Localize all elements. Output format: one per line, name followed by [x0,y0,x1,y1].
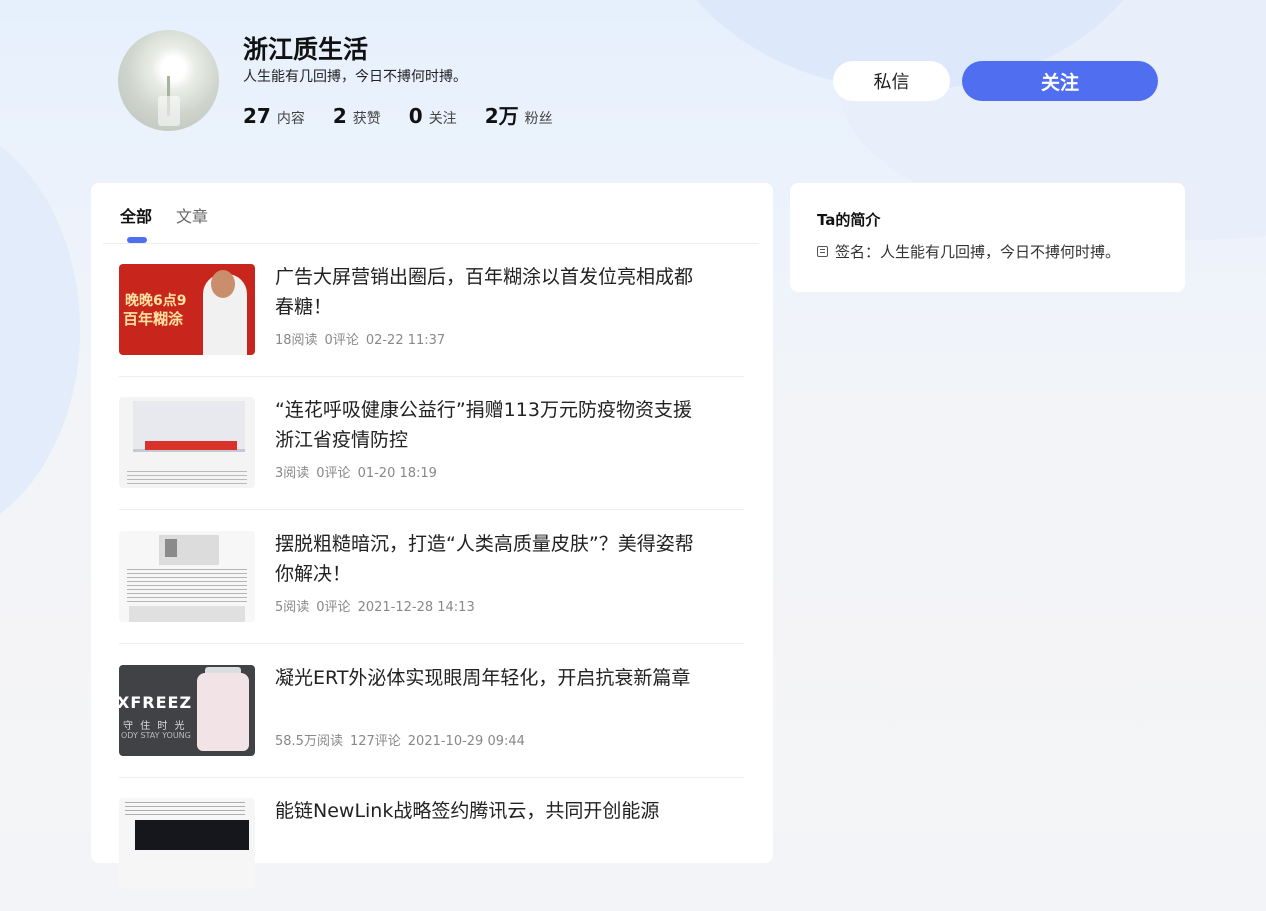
thumb-text-lines [127,569,247,603]
tab-all[interactable]: 全部 [120,203,152,243]
stat-following[interactable]: 0 关注 [409,104,457,128]
profile-stats: 27 内容 2 获赞 0 关注 2万 粉丝 [243,100,581,129]
stat-value: 2万 [484,104,519,128]
stat-label: 粉丝 [524,111,553,127]
stat-value: 27 [243,104,271,128]
stat-label: 内容 [276,111,305,127]
article-item[interactable]: 摆脱粗糙暗沉，打造“人类高质量皮肤”？美得姿帮你解决！ 5阅读 0评论 2021-1… [119,511,744,644]
article-meta: 18阅读 0评论 02-22 11:37 [275,329,452,348]
thumb-text-lines [127,471,247,485]
article-comments: 0评论 [316,466,351,481]
article-thumbnail[interactable] [119,397,255,488]
article-title[interactable]: 摆脱粗糙暗沉，打造“人类高质量皮肤”？美得姿帮你解决！ [275,529,695,589]
article-time: 2021-12-28 14:13 [357,600,475,615]
article-item[interactable]: 晚晚6点9 百年糊涂 广告大屏营销出圈后，百年糊涂以首发位亮相成都春糖！ 18阅… [119,244,744,377]
thumb-text: 守 住 时 光 [123,721,187,732]
stat-label: 关注 [428,111,457,127]
tab-articles[interactable]: 文章 [176,203,208,241]
document-icon [817,246,828,257]
article-title[interactable]: “连花呼吸健康公益行”捐赠113万元防疫物资支援浙江省疫情防控 [275,395,695,455]
stat-value: 0 [408,104,423,128]
article-time: 2021-10-29 09:44 [407,734,525,749]
article-reads: 5阅读 [275,600,310,615]
intro-signature: 签名：人生能有几回搏，今日不搏何时搏。 [817,241,1120,262]
article-item[interactable]: “连花呼吸健康公益行”捐赠113万元防疫物资支援浙江省疫情防控 3阅读 0评论 01… [119,377,744,510]
stat-value: 2 [332,104,347,128]
avatar[interactable] [118,30,219,131]
article-reads: 18阅读 [275,333,318,348]
article-comments: 0评论 [324,333,359,348]
stat-likes: 2 获赞 [333,104,381,128]
thumb-text: 百年糊涂 [123,310,184,328]
profile-name: 浙江质生活 [243,35,369,64]
bg-decoration [0,120,80,540]
follow-button[interactable]: 关注 [962,61,1158,101]
article-meta: 5阅读 0评论 2021-12-28 14:13 [275,596,482,615]
article-time: 02-22 11:37 [365,333,446,348]
article-title[interactable]: 广告大屏营销出圈后，百年糊涂以首发位亮相成都春糖！ [275,262,695,322]
article-time: 01-20 18:19 [357,466,437,481]
signature-text: 签名：人生能有几回搏，今日不搏何时搏。 [835,243,1121,261]
article-meta: 3阅读 0评论 01-20 18:19 [275,462,444,481]
thumb-strip [129,606,245,622]
thumb-bottle [197,673,249,751]
article-thumbnail[interactable] [119,531,255,622]
stat-label: 获赞 [352,111,381,127]
content-tabs: 全部 文章 [120,203,232,243]
thumb-dark-banner [135,820,249,850]
article-item[interactable]: XFREEZ 守 住 时 光 ODY STAY YOUNG 凝光ERT外泌体实现… [119,645,744,778]
article-thumbnail[interactable]: 晚晚6点9 百年糊涂 [119,264,255,355]
article-thumbnail[interactable] [119,798,255,889]
avatar-vase [158,96,180,126]
thumb-text: ODY STAY YOUNG [121,731,191,740]
intro-card: Ta的简介 签名：人生能有几回搏，今日不搏何时搏。 [790,183,1185,292]
article-meta: 58.5万阅读 127评论 2021-10-29 09:44 [275,730,532,749]
profile-bio: 人生能有几回搏，今日不搏何时搏。 [243,69,467,85]
thumb-figure-head [211,270,235,298]
content-card: 全部 文章 晚晚6点9 百年糊涂 广告大屏营销出圈后，百年糊涂以首发位亮相成都春… [91,183,773,889]
article-title[interactable]: 能链NewLink战略签约腾讯云，共同开创能源 [275,796,695,826]
thumb-product [159,535,219,565]
article-thumbnail[interactable]: XFREEZ 守 住 时 光 ODY STAY YOUNG [119,665,255,756]
intro-title: Ta的简介 [817,211,881,229]
thumb-banner [145,441,237,450]
article-comments: 0评论 [316,600,351,615]
thumb-text-lines [125,802,245,816]
stat-followers[interactable]: 2万 粉丝 [485,100,553,129]
article-title[interactable]: 凝光ERT外泌体实现眼周年轻化，开启抗衰新篇章 [275,663,695,693]
thumb-text: 晚晚6点9 [125,293,187,309]
article-reads: 3阅读 [275,466,310,481]
article-comments: 127评论 [349,734,401,749]
thumb-logo: XFREEZ [119,693,193,712]
stat-content[interactable]: 27 内容 [243,104,305,128]
thumb-product-part [165,539,177,557]
message-button[interactable]: 私信 [833,61,950,101]
article-reads: 58.5万阅读 [275,734,343,749]
article-item[interactable]: 能链NewLink战略签约腾讯云，共同开创能源 [119,778,744,911]
